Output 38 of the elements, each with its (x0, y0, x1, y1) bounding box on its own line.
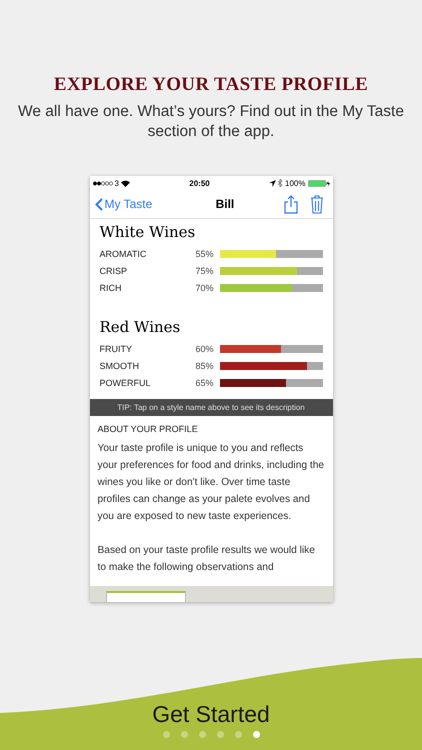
percent-label: 75% (196, 266, 215, 276)
profile-paragraph: Your taste profile is unique to you and reflects your preferences for food and drinks, including the wines you like or don't like. Over time taste profiles can change as your palete evolves and you are exposed to new taste experiences. (98, 442, 324, 524)
tab[interactable] (106, 591, 186, 602)
back-button[interactable]: My Taste (94, 197, 152, 211)
style-name[interactable]: SMOOTH (100, 360, 196, 370)
chevron-icon (94, 198, 102, 210)
style-name[interactable]: CRISP (100, 266, 196, 276)
section-title: White Wines (100, 223, 196, 241)
page-dot[interactable] (198, 731, 206, 738)
style-name[interactable]: RICH (100, 282, 196, 292)
section-title: Red Wines (100, 318, 182, 336)
percent-label: 60% (196, 344, 215, 354)
subtitle: We all have one. What’s yours? Find out in the My Taste section of the app. (18, 102, 404, 142)
percent-label: 70% (196, 282, 215, 292)
wifi-icon (120, 180, 130, 186)
battery-label: 100% (285, 178, 306, 188)
profile-paragraph: Based on your taste profile results we would like to make the following observations and (98, 544, 316, 575)
get-started-button[interactable]: Get Started (152, 701, 270, 728)
time-label: 20:50 (189, 178, 210, 188)
page-dot[interactable] (180, 731, 188, 738)
page-dot[interactable] (162, 731, 170, 738)
style-name[interactable]: AROMATIC (100, 248, 196, 258)
percent-label: 65% (196, 378, 215, 388)
page-dot[interactable] (234, 731, 242, 738)
tip-banner: TIP: Tap on a style name above to see its description (90, 399, 332, 416)
signal-icon (92, 180, 112, 186)
location-icon (269, 180, 276, 186)
about-heading: ABOUT YOUR PROFILE (96, 423, 199, 434)
nav-title: Bill (214, 197, 236, 211)
style-name[interactable]: POWERFUL (100, 378, 196, 388)
battery-icon (308, 180, 330, 186)
percent-label: 85% (196, 360, 215, 370)
bluetooth-icon (278, 179, 284, 187)
headline: EXPLORE YOUR TASTE PROFILE (54, 74, 368, 96)
style-name[interactable]: FRUITY (100, 344, 196, 354)
carrier-label: 3 (114, 178, 119, 188)
percent-label: 55% (196, 248, 215, 258)
page-dot[interactable] (216, 731, 224, 738)
